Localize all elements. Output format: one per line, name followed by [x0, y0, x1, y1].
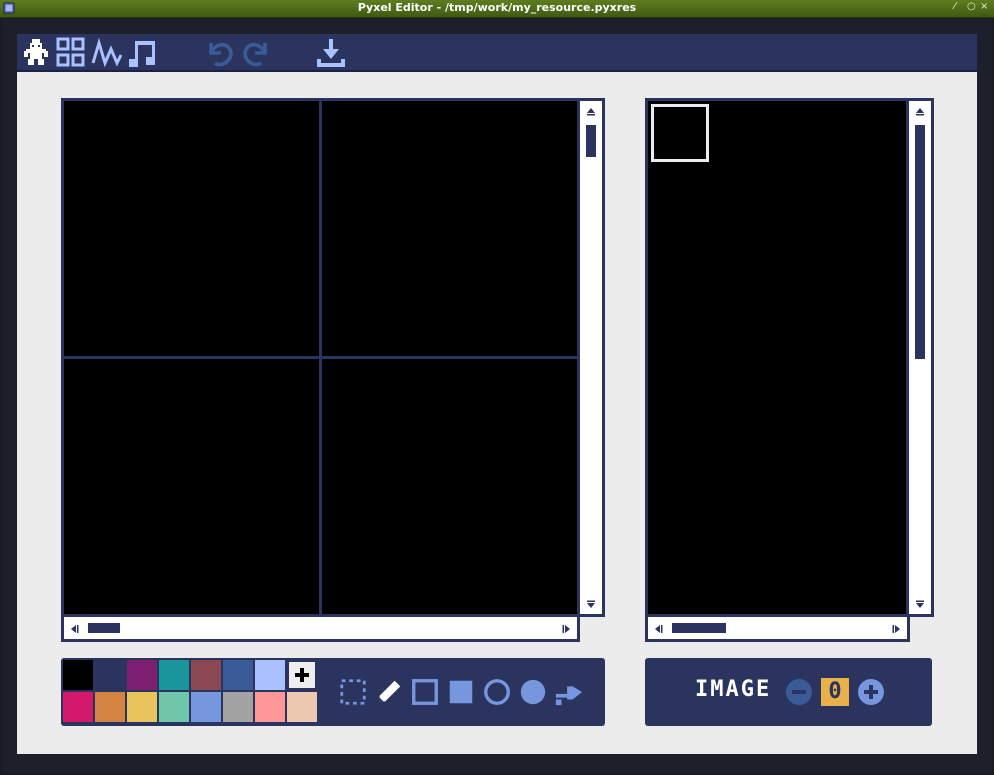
preview-vertical-thumb[interactable]: [915, 125, 925, 359]
scroll-right-icon[interactable]: [560, 622, 574, 636]
preview-vertical-scrollbar[interactable]: [906, 98, 934, 617]
palette-color-3[interactable]: [159, 660, 189, 690]
circle-fill-tool-icon[interactable]: [518, 677, 548, 707]
window-close-button[interactable]: ×: [980, 1, 988, 12]
palette-color-14[interactable]: [255, 692, 285, 722]
scroll-down-icon[interactable]: [584, 598, 598, 612]
canvas-vertical-thumb[interactable]: [586, 125, 596, 157]
palette-color-13[interactable]: [223, 692, 253, 722]
redo-icon[interactable]: [239, 37, 271, 69]
palette-color-7[interactable]: [287, 660, 317, 690]
preview-scroll-left-icon[interactable]: [651, 622, 665, 636]
pencil-tool-icon[interactable]: [374, 677, 404, 707]
preview-scroll-up-icon[interactable]: [913, 104, 927, 118]
drawing-canvas[interactable]: [61, 98, 580, 617]
palette-color-5[interactable]: [223, 660, 253, 690]
drawing-tools: [338, 677, 598, 709]
scroll-left-icon[interactable]: [67, 622, 81, 636]
palette-tools-panel: [61, 658, 605, 726]
window-maximize-button[interactable]: ○: [967, 1, 976, 12]
palette-color-8[interactable]: [63, 692, 93, 722]
image-selector-label: IMAGE: [695, 677, 772, 702]
palette-color-0[interactable]: [63, 660, 93, 690]
music-editor-icon[interactable]: [127, 37, 159, 69]
bucket-fill-tool-icon[interactable]: [554, 677, 584, 707]
window-title: Pyxel Editor - /tmp/work/my_resource.pyx…: [357, 1, 637, 14]
scroll-up-icon[interactable]: [584, 104, 598, 118]
rect-fill-tool-icon[interactable]: [446, 677, 476, 707]
canvas-grid-horizontal: [64, 356, 577, 359]
tilemap-editor-icon[interactable]: [56, 37, 86, 69]
image-increment-icon[interactable]: [857, 678, 885, 706]
selected-color-marker: [295, 668, 309, 682]
save-icon[interactable]: [314, 37, 348, 69]
circle-outline-tool-icon[interactable]: [482, 677, 512, 707]
sound-editor-icon[interactable]: [91, 37, 123, 69]
palette-color-9[interactable]: [95, 692, 125, 722]
palette-color-6[interactable]: [255, 660, 285, 690]
canvas-horizontal-thumb[interactable]: [88, 623, 120, 633]
palette-color-1[interactable]: [95, 660, 125, 690]
preview-scroll-down-icon[interactable]: [913, 598, 927, 612]
editor-toolbar: [17, 34, 977, 72]
palette-color-10[interactable]: [127, 692, 157, 722]
preview-scroll-right-icon[interactable]: [890, 622, 904, 636]
undo-icon[interactable]: [205, 37, 237, 69]
image-decrement-icon[interactable]: [785, 678, 813, 706]
palette-color-2[interactable]: [127, 660, 157, 690]
select-tool-icon[interactable]: [338, 677, 368, 707]
palette-color-12[interactable]: [191, 692, 221, 722]
color-palette: [63, 660, 319, 724]
preview-selection-frame[interactable]: [651, 104, 709, 162]
palette-color-15[interactable]: [287, 692, 317, 722]
canvas-vertical-scrollbar[interactable]: [577, 98, 605, 617]
window-titlebar: Pyxel Editor - /tmp/work/my_resource.pyx…: [0, 0, 994, 18]
image-selector-panel: IMAGE 0: [645, 658, 932, 726]
palette-color-11[interactable]: [159, 692, 189, 722]
image-sheet-preview[interactable]: [645, 98, 910, 617]
image-number-value: 0: [821, 678, 849, 706]
palette-color-4[interactable]: [191, 660, 221, 690]
preview-horizontal-thumb[interactable]: [672, 623, 726, 633]
preview-horizontal-scrollbar[interactable]: [645, 614, 910, 642]
window-restore-button[interactable]: ⁄: [954, 1, 956, 12]
canvas-horizontal-scrollbar[interactable]: [61, 614, 580, 642]
image-editor-icon[interactable]: [22, 37, 50, 69]
rect-outline-tool-icon[interactable]: [410, 677, 440, 707]
